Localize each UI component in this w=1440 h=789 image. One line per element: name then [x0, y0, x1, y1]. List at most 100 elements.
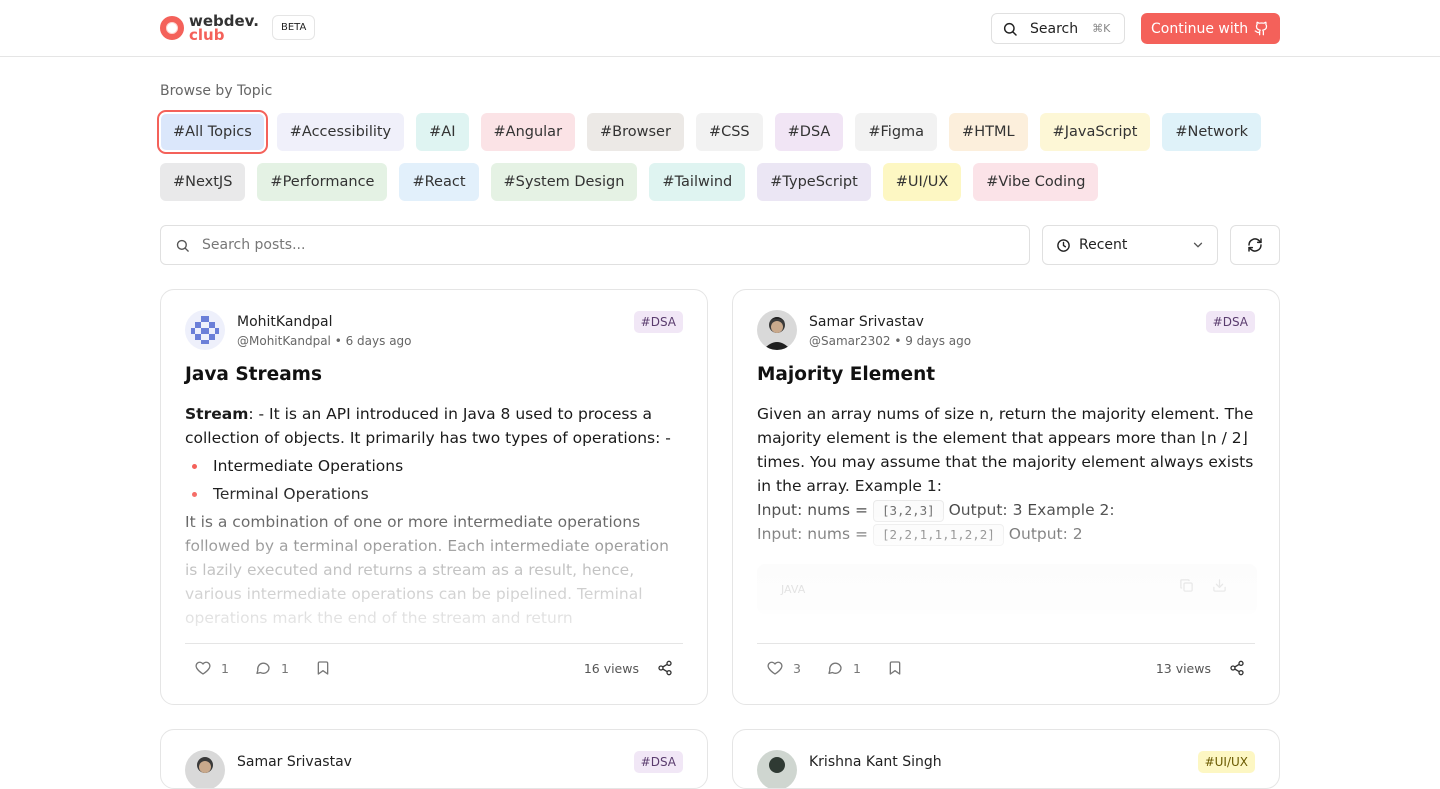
sort-select[interactable]: Recent [1042, 225, 1218, 265]
comment-icon [828, 662, 842, 674]
view-count: 13 views [1155, 660, 1211, 676]
refresh-icon [1248, 238, 1262, 252]
example-input-label: Input: nums = [757, 501, 869, 519]
continue-button-label: Continue with [1151, 20, 1249, 37]
post-card[interactable]: Samar Srivastav #DSA [160, 729, 708, 789]
refresh-button[interactable] [1230, 225, 1280, 265]
post-tag[interactable]: #DSA [633, 751, 683, 773]
excerpt-after: It is a combination of one or more inter… [185, 513, 669, 627]
topic-tag-react[interactable]: #React [399, 163, 479, 201]
card-divider [757, 643, 1255, 644]
author-name[interactable]: Krishna Kant Singh [809, 754, 942, 770]
user-photo-icon [757, 750, 797, 788]
user-photo-icon [185, 750, 225, 788]
share-icon[interactable] [1229, 660, 1245, 676]
topic-tag-system-design[interactable]: #System Design [490, 163, 638, 201]
sort-value: Recent [1079, 237, 1128, 253]
topic-tag-browser[interactable]: #Browser [587, 113, 684, 151]
search-shortcut: ⌘K [1092, 22, 1111, 35]
inline-code: [2,2,1,1,1,2,2] [872, 524, 1004, 546]
topic-tag-html[interactable]: #HTML [949, 113, 1028, 151]
excerpt-bullet: Intermediate Operations [185, 454, 685, 478]
post-actions: 3 1 13 views [757, 654, 1255, 682]
comment-button[interactable]: 1 [255, 660, 289, 676]
search-button[interactable]: Search ⌘K [991, 13, 1125, 44]
topic-tag-javascript[interactable]: #JavaScript [1039, 113, 1151, 151]
topic-tag-network[interactable]: #Network [1162, 113, 1262, 151]
post-time: 6 days ago [345, 334, 412, 348]
author-name[interactable]: Samar Srivastav [237, 754, 352, 770]
author-name[interactable]: MohitKandpal [237, 314, 333, 330]
code-actions [1179, 578, 1227, 593]
avatar[interactable] [757, 310, 797, 350]
download-icon[interactable] [1212, 578, 1227, 593]
copy-icon[interactable] [1179, 578, 1194, 593]
topic-tag-figma[interactable]: #Figma [855, 113, 938, 151]
post-card[interactable]: Samar Srivastav @Samar2302 • 9 days ago … [732, 289, 1280, 705]
avatar[interactable] [757, 750, 797, 788]
post-excerpt: Given an array nums of size n, return th… [757, 402, 1257, 642]
like-button[interactable]: 3 [767, 660, 801, 676]
topic-tag-tailwind[interactable]: #Tailwind [649, 163, 746, 201]
post-card[interactable]: MohitKandpal @MohitKandpal • 6 days ago … [160, 289, 708, 705]
logo-text: webdev. club [189, 14, 259, 44]
bookmark-icon [889, 661, 901, 675]
topic-tag-angular[interactable]: #Angular [480, 113, 576, 151]
post-tag[interactable]: #DSA [633, 311, 683, 333]
post-tag[interactable]: #DSA [1205, 311, 1255, 333]
author-handle: @MohitKandpal [237, 334, 331, 348]
topic-tag-performance[interactable]: #Performance [257, 163, 388, 201]
comment-count: 1 [280, 660, 289, 676]
avatar[interactable] [185, 750, 225, 788]
avatar[interactable] [185, 310, 225, 350]
topic-tag-ai[interactable]: #AI [416, 113, 469, 151]
beta-badge: BETA [272, 15, 316, 40]
topic-tag-dsa[interactable]: #DSA [774, 113, 844, 151]
topic-tag-typescript[interactable]: #TypeScript [757, 163, 871, 201]
post-title[interactable]: Majority Element [757, 364, 935, 385]
view-count: 16 views [583, 660, 639, 676]
search-icon [1003, 22, 1017, 36]
post-tag[interactable]: #UI/UX [1197, 751, 1255, 773]
excerpt-text: Given an array nums of size n, return th… [757, 405, 1254, 495]
comment-icon [256, 662, 270, 674]
continue-with-github-button[interactable]: Continue with [1141, 13, 1280, 44]
bookmark-icon [317, 661, 329, 675]
author-meta: @Samar2302 • 9 days ago [809, 334, 972, 348]
heart-icon [767, 661, 783, 675]
example-input-label: Input: nums = [757, 525, 869, 543]
topic-tag-all-topics[interactable]: #All Topics [157, 110, 268, 154]
topic-row-1: #All Topics #Accessibility #AI #Angular #Bro… [157, 110, 1280, 154]
logo-icon [160, 16, 184, 40]
search-posts-field[interactable] [160, 225, 1030, 265]
top-header: webdev. club BETA Search ⌘K Continue wit… [0, 0, 1440, 57]
like-button[interactable]: 1 [195, 660, 229, 676]
bookmark-button[interactable] [887, 660, 903, 676]
author-meta: @MohitKandpal • 6 days ago [237, 334, 412, 348]
comment-button[interactable]: 1 [827, 660, 861, 676]
topic-tag-accessibility[interactable]: #Accessibility [276, 113, 405, 151]
topic-filters: #All Topics #Accessibility #AI #Angular #Bro… [157, 110, 1280, 213]
like-count: 1 [221, 660, 229, 676]
search-posts-input[interactable] [202, 237, 1002, 253]
post-card[interactable]: Krishna Kant Singh #UI/UX [732, 729, 1280, 789]
example-output: Output: 3 Example 2: [948, 501, 1115, 519]
excerpt-intro: : - It is an API introduced in Java 8 us… [185, 405, 671, 447]
topic-tag-css[interactable]: #CSS [695, 113, 763, 151]
topic-row-2: #NextJS #Performance #React #System Design #… [160, 163, 1280, 201]
post-title[interactable]: Java Streams [185, 364, 322, 385]
logo-line2: club [189, 26, 225, 44]
author-name[interactable]: Samar Srivastav [809, 314, 924, 330]
share-icon[interactable] [657, 660, 673, 676]
example-line-2: Input: nums = [2,2,1,1,1,2,2] Output: 2 [757, 522, 1257, 546]
topic-tag-ui-ux[interactable]: #UI/UX [882, 163, 962, 201]
topic-tag-vibe-coding[interactable]: #Vibe Coding [973, 163, 1099, 201]
post-time: 9 days ago [905, 334, 972, 348]
user-photo-icon [757, 310, 797, 350]
chevron-down-icon [1193, 242, 1203, 248]
bookmark-button[interactable] [315, 660, 331, 676]
comment-count: 1 [852, 660, 861, 676]
topic-tag-nextjs[interactable]: #NextJS [160, 163, 246, 201]
code-block: JAVA [757, 564, 1257, 614]
site-logo[interactable]: webdev. club [160, 14, 259, 44]
